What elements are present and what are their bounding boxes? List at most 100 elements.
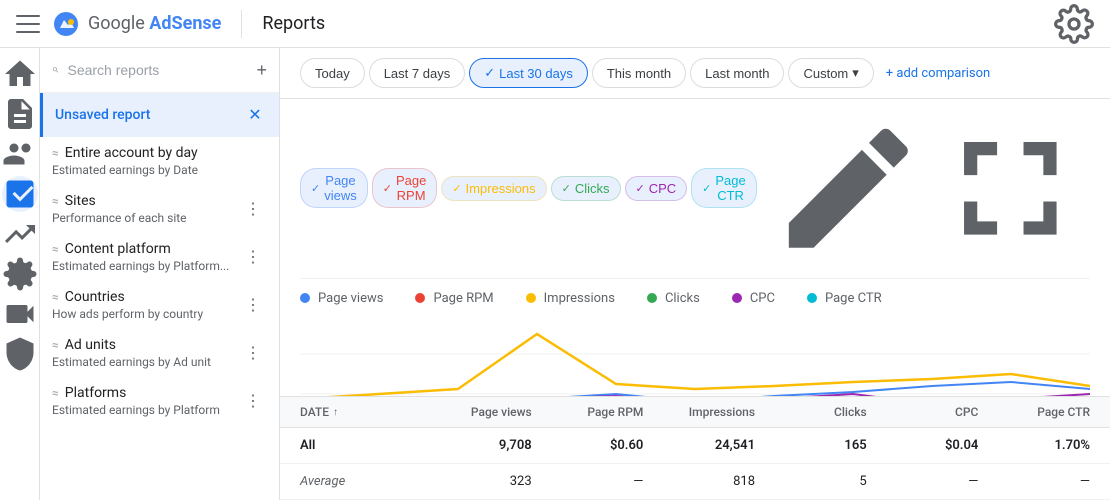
chevron-down-icon: ▾ [852,65,859,81]
cell-cpc-1: — [867,474,979,489]
thismonth-button[interactable]: This month [592,58,686,88]
last30-button[interactable]: ✓ Last 30 days [469,58,588,88]
custom-button[interactable]: Custom ▾ [788,58,873,88]
nav-reports[interactable] [2,176,38,212]
table-header: DATE ↑ Page views Page RPM Impressions C… [280,397,1110,428]
cell-pagerpm-1: — [532,474,644,489]
lastmonth-button[interactable]: Last month [690,58,784,88]
table-row-1: Average 323 — 818 5 — — [280,464,1110,500]
nav-audience[interactable] [2,136,38,172]
date-filter-bar: Today Last 7 days ✓ Last 30 days This mo… [280,48,1110,99]
search-input[interactable] [67,62,248,78]
last7-button[interactable]: Last 7 days [369,58,466,88]
sidebar-item-subtitle-5: Estimated earnings by Platform [52,403,239,417]
sidebar: + Unsaved report ✕ ≈ Entire account by d… [40,48,280,500]
sidebar-item-content-3: ≈ Countries How ads perform by country [52,289,239,321]
adsense-logo-icon [52,10,80,38]
header-pagerpm[interactable]: Page RPM [532,405,644,419]
cell-pagerpm-0: $0.60 [532,438,644,453]
nav-analytics[interactable] [2,216,38,252]
legend-dot-0 [300,293,310,303]
header-impressions[interactable]: Impressions [643,405,755,419]
logo-text: Google AdSense [88,13,221,34]
sidebar-item-subtitle-1: Performance of each site [52,211,239,225]
header-cpc[interactable]: CPC [867,405,979,419]
cell-clicks-1: 5 [755,474,867,489]
metric-chip-impressions[interactable]: ✓ Impressions [441,176,546,201]
metric-chip-cpc[interactable]: ✓ CPC [625,176,688,201]
sidebar-item-title-4: ≈ Ad units [52,337,239,353]
sidebar-item-more-5[interactable]: ⋮ [239,387,267,415]
sidebar-item-more-3[interactable]: ⋮ [239,291,267,319]
nav-admin[interactable] [2,336,38,372]
legend-item-cpc: CPC [732,291,775,306]
nav-settings[interactable] [2,256,38,292]
legend-item-impressions: Impressions [526,291,615,306]
nav-home[interactable] [2,56,38,92]
today-button[interactable]: Today [300,58,365,88]
sidebar-item-5[interactable]: ≈ Platforms Estimated earnings by Platfo… [40,377,279,425]
metric-chip-page-views[interactable]: ✓ Page views [300,168,368,208]
sidebar-item-content-1: ≈ Sites Performance of each site [52,193,239,225]
header-pagectr[interactable]: Page CTR [978,405,1090,419]
sidebar-item-1[interactable]: ≈ Sites Performance of each site ⋮ [40,185,279,233]
header-date[interactable]: DATE ↑ [300,405,420,419]
unsaved-report-item[interactable]: Unsaved report ✕ [40,93,279,137]
sidebar-item-subtitle-2: Estimated earnings by Platform... [52,259,239,273]
chart-area: ✓ Page views✓ Page RPM✓ Impressions✓ Cli… [280,99,1110,396]
add-report-button[interactable]: + [256,56,267,84]
edit-metrics-icon[interactable] [769,109,928,268]
settings-button[interactable] [1054,4,1094,44]
chart-wrapper: Jun 22 Jun 25 Jun 28 Jul 1 Jul 4 Jul 7 J… [300,314,1090,396]
sidebar-item-3[interactable]: ≈ Countries How ads perform by country ⋮ [40,281,279,329]
legend-dot-3 [647,293,657,303]
cell-cpc-0: $0.04 [867,438,979,453]
sidebar-item-title-5: ≈ Platforms [52,385,239,401]
hamburger-menu[interactable] [16,12,40,36]
cell-pagectr-0: 1.70% [978,438,1090,453]
sidebar-item-2[interactable]: ≈ Content platform Estimated earnings by… [40,233,279,281]
metric-chips: ✓ Page views✓ Page RPM✓ Impressions✓ Cli… [300,99,1090,279]
sidebar-item-title-0: ≈ Entire account by day [52,145,267,161]
header-clicks[interactable]: Clicks [755,405,867,419]
legend-item-page-views: Page views [300,291,383,306]
legend-dot-2 [526,293,536,303]
gear-icon [1054,4,1094,44]
nav-icons [0,48,40,500]
close-unsaved-button[interactable]: ✕ [243,103,267,127]
cell-date-1: Average [300,474,420,489]
cell-clicks-0: 165 [755,438,867,453]
sidebar-item-content-2: ≈ Content platform Estimated earnings by… [52,241,239,273]
sidebar-items-list: ≈ Entire account by day Estimated earnin… [40,137,279,425]
metric-chip-page-rpm[interactable]: ✓ Page RPM [372,168,438,208]
header-pageviews[interactable]: Page views [420,405,532,419]
sidebar-item-more-2[interactable]: ⋮ [239,243,267,271]
sidebar-item-content-4: ≈ Ad units Estimated earnings by Ad unit [52,337,239,369]
cell-impressions-1: 818 [643,474,755,489]
nav-video[interactable] [2,296,38,332]
unsaved-label: Unsaved report [55,107,243,123]
metric-chip-page-ctr[interactable]: ✓ Page CTR [691,168,757,208]
legend-item-page-rpm: Page RPM [415,291,493,306]
add-comparison-button[interactable]: + add comparison [878,58,998,88]
sidebar-item-title-2: ≈ Content platform [52,241,239,257]
chart-legend: Page viewsPage RPMImpressionsClicksCPCPa… [300,279,1090,314]
main-content: Today Last 7 days ✓ Last 30 days This mo… [280,48,1110,500]
data-table: DATE ↑ Page views Page RPM Impressions C… [280,396,1110,500]
sidebar-item-title-3: ≈ Countries [52,289,239,305]
topbar: Google AdSense Reports [0,0,1110,48]
sidebar-item-title-1: ≈ Sites [52,193,239,209]
metric-chip-clicks[interactable]: ✓ Clicks [551,176,621,201]
sidebar-item-more-4[interactable]: ⋮ [239,339,267,367]
sidebar-item-content-0: ≈ Entire account by day Estimated earnin… [52,145,267,177]
sort-icon: ↑ [333,407,338,418]
nav-pages[interactable] [2,96,38,132]
sidebar-item-0[interactable]: ≈ Entire account by day Estimated earnin… [40,137,279,185]
line-chart: Jun 22 Jun 25 Jun 28 Jul 1 Jul 4 Jul 7 J… [300,314,1090,396]
cell-date-0: All [300,438,420,453]
sidebar-item-more-1[interactable]: ⋮ [239,195,267,223]
sidebar-item-4[interactable]: ≈ Ad units Estimated earnings by Ad unit… [40,329,279,377]
expand-chart-icon[interactable] [931,109,1090,268]
legend-dot-5 [807,293,817,303]
cell-pageviews-1: 323 [420,474,532,489]
